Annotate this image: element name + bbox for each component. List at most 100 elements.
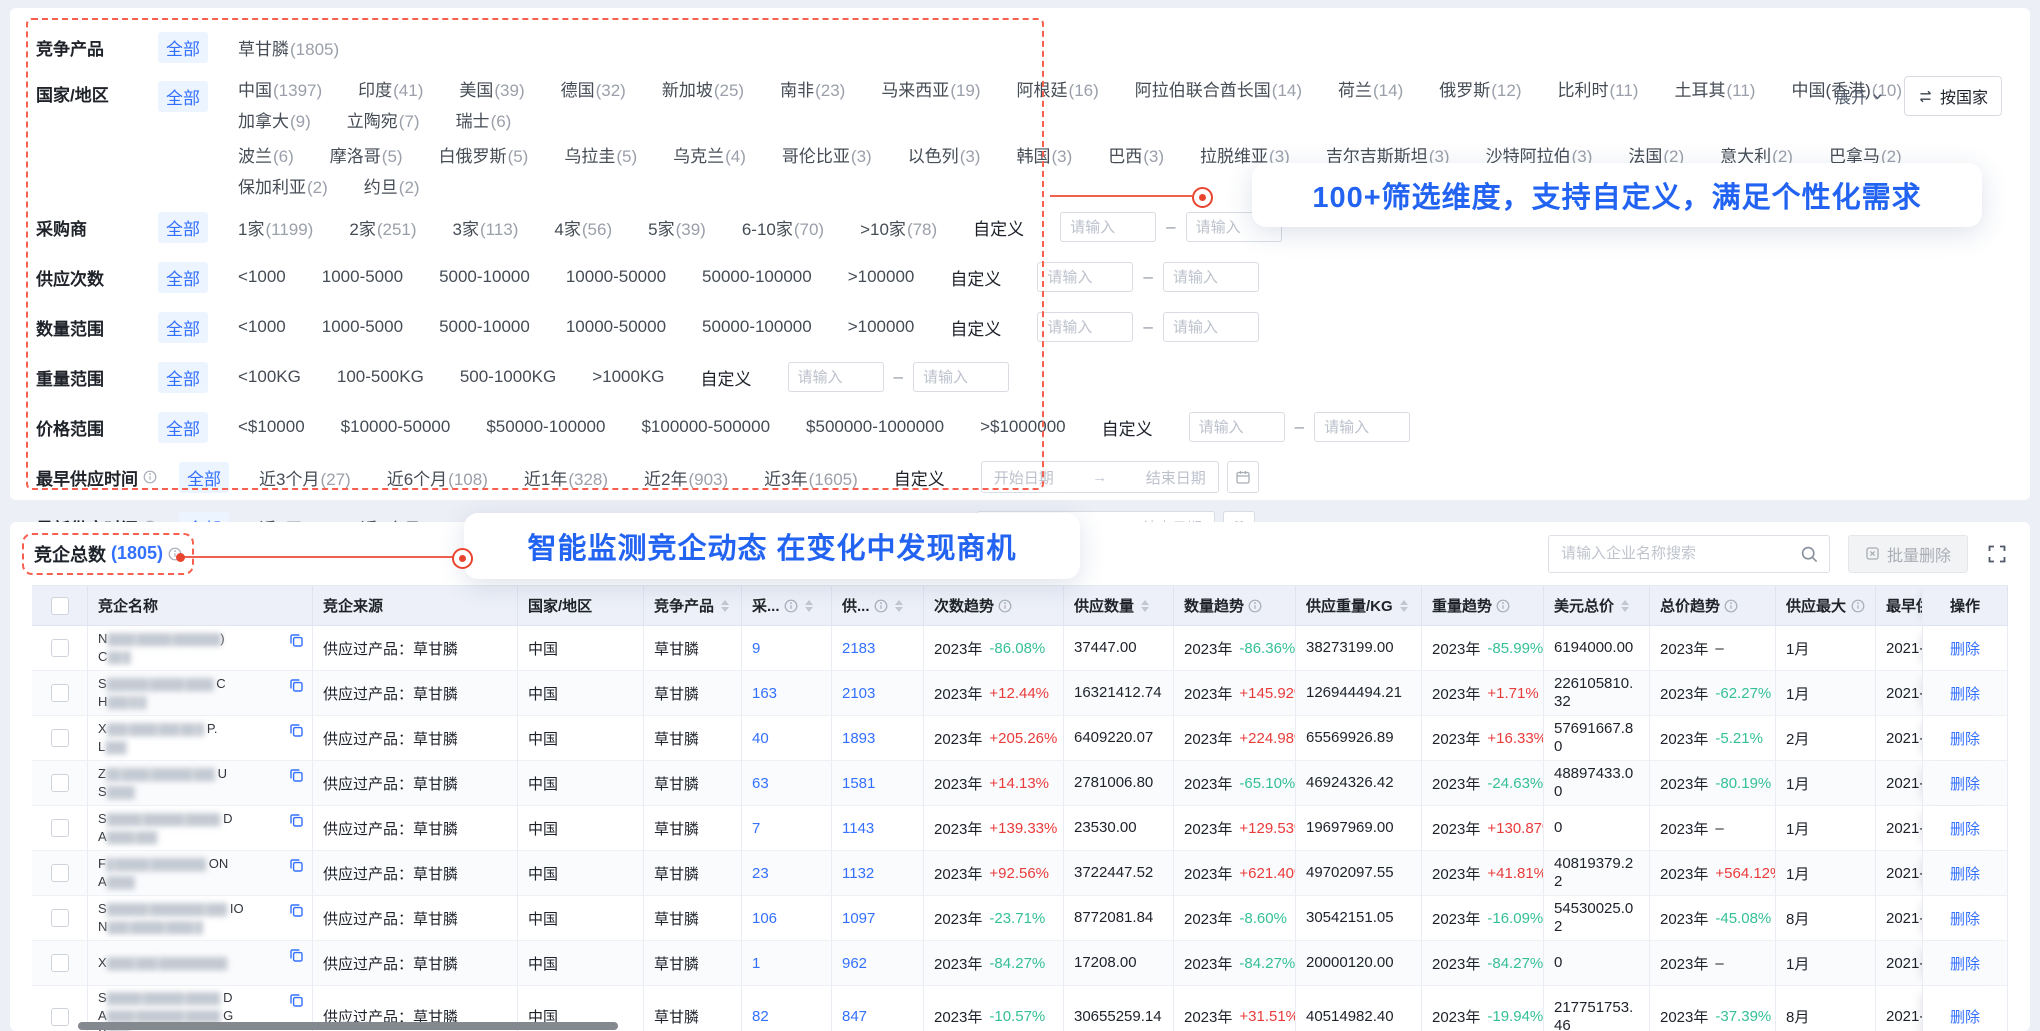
filter-item[interactable]: 1000-5000 bbox=[322, 267, 403, 287]
filter-item[interactable]: 荷兰(14) bbox=[1338, 76, 1403, 101]
row-checkbox[interactable] bbox=[51, 774, 69, 792]
filter-item[interactable]: 5000-10000 bbox=[439, 267, 530, 287]
by-country-button[interactable]: 按国家 bbox=[1904, 76, 2002, 116]
filter-item[interactable]: 以色列(3) bbox=[908, 142, 981, 167]
sort-icon[interactable] bbox=[805, 600, 813, 612]
delete-link[interactable]: 删除 bbox=[1950, 908, 1980, 929]
buyers-count-link[interactable]: 40 bbox=[752, 730, 769, 747]
row-checkbox[interactable] bbox=[51, 954, 69, 972]
filter-item[interactable]: 白俄罗斯(5) bbox=[439, 142, 529, 167]
filter-all-chip[interactable]: 全部 bbox=[158, 81, 208, 112]
filter-item[interactable]: 3家(113) bbox=[453, 215, 519, 240]
filter-item[interactable]: <100KG bbox=[238, 367, 301, 387]
row-checkbox[interactable] bbox=[51, 639, 69, 657]
range-min-input[interactable] bbox=[1060, 212, 1156, 242]
filter-item[interactable]: <$10000 bbox=[238, 417, 305, 437]
buyers-count-link[interactable]: 9 bbox=[752, 640, 760, 657]
info-icon[interactable] bbox=[998, 599, 1012, 613]
delete-link[interactable]: 删除 bbox=[1950, 638, 1980, 659]
filter-item[interactable]: $10000-50000 bbox=[341, 417, 451, 437]
filter-item[interactable]: 50000-100000 bbox=[702, 317, 812, 337]
filter-item[interactable]: 瑞士(6) bbox=[456, 107, 512, 132]
filter-item[interactable]: 10000-50000 bbox=[566, 317, 666, 337]
delete-link[interactable]: 删除 bbox=[1950, 728, 1980, 749]
scrollbar-thumb[interactable] bbox=[78, 1022, 618, 1030]
fullscreen-icon[interactable] bbox=[1986, 543, 2008, 565]
filter-item[interactable]: $50000-100000 bbox=[486, 417, 605, 437]
filter-item[interactable]: 1000-5000 bbox=[322, 317, 403, 337]
filter-all-chip[interactable]: 全部 bbox=[158, 362, 208, 393]
times-count-link[interactable]: 1132 bbox=[842, 865, 874, 882]
range-max-input[interactable] bbox=[1163, 312, 1259, 342]
delete-link[interactable]: 删除 bbox=[1950, 773, 1980, 794]
buyers-count-link[interactable]: 1 bbox=[752, 955, 760, 972]
row-checkbox[interactable] bbox=[51, 684, 69, 702]
filter-item[interactable]: 100-500KG bbox=[337, 367, 424, 387]
filter-item[interactable]: >$1000000 bbox=[980, 417, 1066, 437]
delete-link[interactable]: 删除 bbox=[1950, 683, 1980, 704]
copy-icon[interactable] bbox=[289, 768, 304, 783]
filter-all-chip[interactable]: 全部 bbox=[158, 32, 208, 63]
filter-item[interactable]: >10家(78) bbox=[860, 215, 937, 240]
filter-item[interactable]: $100000-500000 bbox=[641, 417, 770, 437]
company-search-input[interactable] bbox=[1549, 545, 1829, 562]
filter-item[interactable]: 乌克兰(4) bbox=[673, 142, 746, 167]
expand-toggle[interactable]: 展开 bbox=[1835, 84, 1884, 108]
filter-item[interactable]: 近3年(1605) bbox=[764, 465, 858, 490]
buyers-count-link[interactable]: 106 bbox=[752, 910, 777, 927]
filter-item[interactable]: 约旦(2) bbox=[364, 173, 420, 198]
filter-item[interactable]: 500-1000KG bbox=[460, 367, 556, 387]
sort-icon[interactable] bbox=[1400, 600, 1408, 612]
info-icon[interactable] bbox=[143, 470, 157, 484]
filter-all-chip[interactable]: 全部 bbox=[158, 262, 208, 293]
filter-all-chip[interactable]: 全部 bbox=[179, 462, 229, 493]
filter-item[interactable]: <1000 bbox=[238, 317, 286, 337]
filter-item[interactable]: 新加坡(25) bbox=[662, 76, 744, 101]
times-count-link[interactable]: 1143 bbox=[842, 820, 874, 837]
times-count-link[interactable]: 2183 bbox=[842, 640, 875, 657]
copy-icon[interactable] bbox=[289, 633, 304, 648]
times-count-link[interactable]: 962 bbox=[842, 955, 867, 972]
search-icon[interactable] bbox=[1800, 545, 1819, 564]
copy-icon[interactable] bbox=[289, 813, 304, 828]
filter-item[interactable]: 俄罗斯(12) bbox=[1439, 76, 1521, 101]
filter-item[interactable]: 摩洛哥(5) bbox=[330, 142, 403, 167]
filter-item[interactable]: 近3个月(27) bbox=[259, 465, 351, 490]
select-all-checkbox[interactable] bbox=[51, 597, 69, 615]
row-checkbox[interactable] bbox=[51, 729, 69, 747]
filter-item[interactable]: 阿根廷(16) bbox=[1017, 76, 1099, 101]
filter-item[interactable]: 50000-100000 bbox=[702, 267, 812, 287]
copy-icon[interactable] bbox=[289, 858, 304, 873]
filter-item[interactable]: >100000 bbox=[848, 317, 915, 337]
buyers-count-link[interactable]: 163 bbox=[752, 685, 777, 702]
filter-item[interactable]: 马来西亚(19) bbox=[881, 76, 980, 101]
filter-item[interactable]: 6-10家(70) bbox=[742, 215, 824, 240]
range-max-input[interactable] bbox=[913, 362, 1009, 392]
filter-item[interactable]: >1000KG bbox=[592, 367, 664, 387]
sort-icon[interactable] bbox=[721, 600, 729, 612]
batch-delete-button[interactable]: 批量删除 bbox=[1848, 535, 1968, 573]
times-count-link[interactable]: 1581 bbox=[842, 775, 875, 792]
copy-icon[interactable] bbox=[289, 678, 304, 693]
filter-item[interactable]: 波兰(6) bbox=[238, 142, 294, 167]
filter-item[interactable]: 2家(251) bbox=[349, 215, 416, 240]
filter-item[interactable]: 印度(41) bbox=[358, 76, 423, 101]
sort-icon[interactable] bbox=[1141, 600, 1149, 612]
filter-all-chip[interactable]: 全部 bbox=[158, 212, 208, 243]
buyers-count-link[interactable]: 23 bbox=[752, 865, 769, 882]
delete-link[interactable]: 删除 bbox=[1950, 818, 1980, 839]
range-min-input[interactable] bbox=[1189, 412, 1285, 442]
horizontal-scrollbar[interactable] bbox=[32, 1022, 2008, 1030]
filter-item[interactable]: $500000-1000000 bbox=[806, 417, 944, 437]
times-count-link[interactable]: 1893 bbox=[842, 730, 875, 747]
filter-item[interactable]: 哥伦比亚(3) bbox=[782, 142, 872, 167]
range-max-input[interactable] bbox=[1163, 262, 1259, 292]
filter-item[interactable]: 阿拉伯联合酋长国(14) bbox=[1135, 76, 1302, 101]
filter-all-chip[interactable]: 全部 bbox=[158, 412, 208, 443]
filter-item[interactable]: 巴西(3) bbox=[1108, 142, 1164, 167]
filter-item[interactable]: 南非(23) bbox=[780, 76, 845, 101]
filter-item[interactable]: <1000 bbox=[238, 267, 286, 287]
sort-icon[interactable] bbox=[1621, 600, 1629, 612]
range-min-input[interactable] bbox=[1037, 312, 1133, 342]
buyers-count-link[interactable]: 7 bbox=[752, 820, 760, 837]
